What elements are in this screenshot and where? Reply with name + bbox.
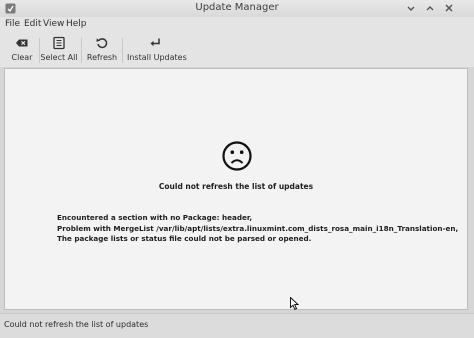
sad-face-icon xyxy=(222,141,252,171)
error-title: Could not refresh the list of updates xyxy=(158,182,314,191)
refresh-label: Refresh xyxy=(86,53,118,62)
status-text: Could not refresh the list of updates xyxy=(4,320,149,329)
menu-help[interactable]: Help xyxy=(66,19,87,29)
select-all-button[interactable]: Select All xyxy=(40,34,78,67)
error-line: Problem with MergeList /var/lib/apt/list… xyxy=(57,223,459,233)
refresh-button[interactable]: Refresh xyxy=(86,34,118,67)
window-title: Update Manager xyxy=(195,2,279,13)
clear-label: Clear xyxy=(11,53,33,62)
minimize-icon[interactable] xyxy=(405,2,417,14)
select-all-icon xyxy=(53,36,65,50)
menu-file[interactable]: File xyxy=(5,19,20,29)
maximize-icon[interactable] xyxy=(424,2,436,14)
close-icon[interactable] xyxy=(443,2,455,14)
error-line: The package lists or status file could n… xyxy=(57,234,312,243)
mouse-cursor-icon xyxy=(290,297,299,310)
error-details: Encountered a section with no Package: h… xyxy=(57,213,458,245)
error-line: Encountered a section with no Package: h… xyxy=(57,213,253,222)
title-bar: Update Manager xyxy=(0,0,474,18)
install-updates-label: Install Updates xyxy=(127,53,187,62)
toolbar: Clear Select All Refresh Install Updates xyxy=(0,34,474,67)
clear-icon xyxy=(16,39,28,47)
toolbar-separator xyxy=(122,38,123,63)
install-icon xyxy=(150,38,160,47)
content-area: Could not refresh the list of updates En… xyxy=(4,68,468,310)
menu-edit[interactable]: Edit xyxy=(24,19,41,29)
install-updates-button[interactable]: Install Updates xyxy=(127,34,187,67)
clear-button[interactable]: Clear xyxy=(5,34,39,67)
toolbar-separator xyxy=(81,38,82,63)
menu-view[interactable]: View xyxy=(43,19,64,29)
status-bar: Could not refresh the list of updates xyxy=(0,313,474,338)
refresh-icon xyxy=(96,38,108,49)
select-all-label: Select All xyxy=(40,53,78,62)
menu-bar: File Edit View Help xyxy=(0,17,474,34)
